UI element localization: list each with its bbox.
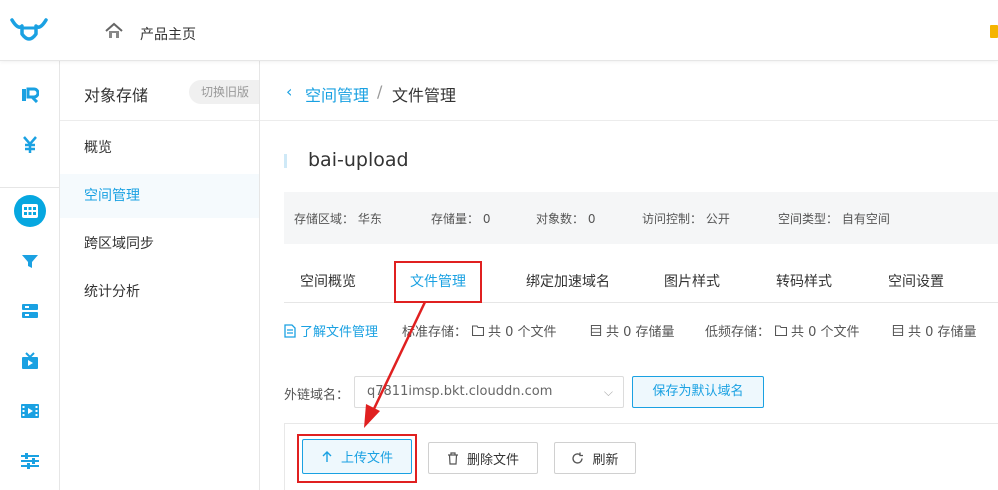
database-icon <box>892 325 904 336</box>
arrow-up-icon <box>322 450 332 462</box>
chevron-down-icon: ⌵ <box>603 385 613 399</box>
low-frequency-storage-label: 低频存储： <box>705 325 771 340</box>
save-default-domain-button[interactable]: 保存为默认域名 <box>632 376 764 408</box>
top-bar: 产品主页 <box>0 0 998 61</box>
rail-storage-icon[interactable] <box>0 187 60 235</box>
rail-filter-icon[interactable] <box>0 237 60 285</box>
breadcrumb: ‹ 空间管理 / 文件管理 <box>260 61 998 121</box>
rail-film-icon[interactable] <box>0 387 60 435</box>
sidebar-item-bucket-management[interactable]: 空间管理 <box>60 174 259 218</box>
bucket-info-bar: 存储区域： 华东 存储量： 0 对象数： 0 访问控制： 公开 空间类型： 自有… <box>284 192 998 244</box>
info-storage: 存储量： 0 <box>431 212 491 226</box>
info-objects-value: 0 <box>587 212 596 226</box>
tab-bucket-overview[interactable]: 空间概览 <box>292 263 364 303</box>
tab-image-style[interactable]: 图片样式 <box>656 263 728 303</box>
folder-icon <box>472 325 484 336</box>
main-content: ‹ 空间管理 / 文件管理 bai-upload 存储区域： 华东 存储量： 0… <box>260 61 998 490</box>
home-icon[interactable] <box>105 22 123 40</box>
rail-brand-icon[interactable] <box>0 71 60 119</box>
bucket-name: bai-upload <box>308 149 409 171</box>
external-domain-select[interactable]: q7811imsp.bkt.clouddn.com ⌵ <box>354 376 624 408</box>
home-link[interactable]: 产品主页 <box>140 24 196 44</box>
rail-yen-icon[interactable] <box>0 121 60 169</box>
database-icon <box>590 325 602 336</box>
file-actions-panel: 上传文件 删除文件 刷新 <box>284 423 998 490</box>
icon-rail <box>0 61 60 490</box>
rail-tv-icon[interactable] <box>0 337 60 385</box>
low-storage-size: 共 0 存储量 <box>892 321 977 340</box>
sidebar-item-cross-region-sync[interactable]: 跨区域同步 <box>60 222 259 266</box>
breadcrumb-parent-link[interactable]: 空间管理 <box>305 82 369 106</box>
standard-storage-size: 共 0 存储量 <box>590 321 675 340</box>
learn-file-management-link[interactable]: 了解文件管理 <box>284 321 378 340</box>
sidebar-item-statistics[interactable]: 统计分析 <box>60 270 259 314</box>
document-icon <box>284 323 296 338</box>
standard-storage-label: 标准存储： <box>402 325 468 340</box>
rail-server-icon[interactable] <box>0 287 60 335</box>
tab-bar: 空间概览 文件管理 绑定加速域名 图片样式 转码样式 空间设置 <box>284 261 998 303</box>
info-objects: 对象数： 0 <box>536 212 596 226</box>
external-domain-label: 外链域名： <box>284 388 350 403</box>
sidebar-item-overview[interactable]: 概览 <box>60 126 259 170</box>
tab-transcode-style[interactable]: 转码样式 <box>768 263 840 303</box>
tab-bind-domain[interactable]: 绑定加速域名 <box>518 263 618 303</box>
sidenav-title: 对象存储 <box>84 86 149 105</box>
tab-bucket-settings[interactable]: 空间设置 <box>880 263 952 303</box>
info-access-value: 公开 <box>705 212 730 226</box>
refresh-icon <box>572 452 584 464</box>
info-type-value: 自有空间 <box>841 212 890 226</box>
notification-icon[interactable] <box>990 25 998 38</box>
trash-icon <box>447 451 458 465</box>
storage-stats-bar: 了解文件管理 标准存储： 共 0 个文件 共 0 存储量 低频存储： 共 0 个… <box>284 317 998 343</box>
side-nav: 对象存储 切换旧版 概览 空间管理 跨区域同步 统计分析 <box>60 61 260 490</box>
low-files-count: 共 0 个文件 <box>775 321 860 340</box>
upload-file-button[interactable]: 上传文件 <box>302 439 412 474</box>
info-region: 存储区域： 华东 <box>294 212 382 226</box>
external-domain-row: 外链域名： q7811imsp.bkt.clouddn.com ⌵ 保存为默认域… <box>284 376 998 410</box>
breadcrumb-current: 文件管理 <box>392 86 457 105</box>
tab-file-management[interactable]: 文件管理 <box>394 261 482 303</box>
refresh-button[interactable]: 刷新 <box>554 442 636 474</box>
logo-icon[interactable] <box>8 14 50 46</box>
info-storage-value: 0 <box>482 212 491 226</box>
info-region-value: 华东 <box>357 212 382 226</box>
back-chevron-icon[interactable]: ‹ <box>286 82 292 101</box>
breadcrumb-separator: / <box>377 82 383 101</box>
sidenav-header: 对象存储 切换旧版 <box>60 61 259 121</box>
info-access-control: 访问控制： 公开 <box>642 212 730 226</box>
delete-file-button[interactable]: 删除文件 <box>428 442 538 474</box>
info-bucket-type: 空间类型： 自有空间 <box>778 212 890 226</box>
folder-icon <box>775 325 787 336</box>
external-domain-value: q7811imsp.bkt.clouddn.com <box>367 384 553 399</box>
standard-files-count: 共 0 个文件 <box>472 321 557 340</box>
rail-sliders-icon[interactable] <box>0 437 60 485</box>
bucket-title-marker <box>284 154 287 168</box>
switch-legacy-button[interactable]: 切换旧版 <box>189 80 259 104</box>
